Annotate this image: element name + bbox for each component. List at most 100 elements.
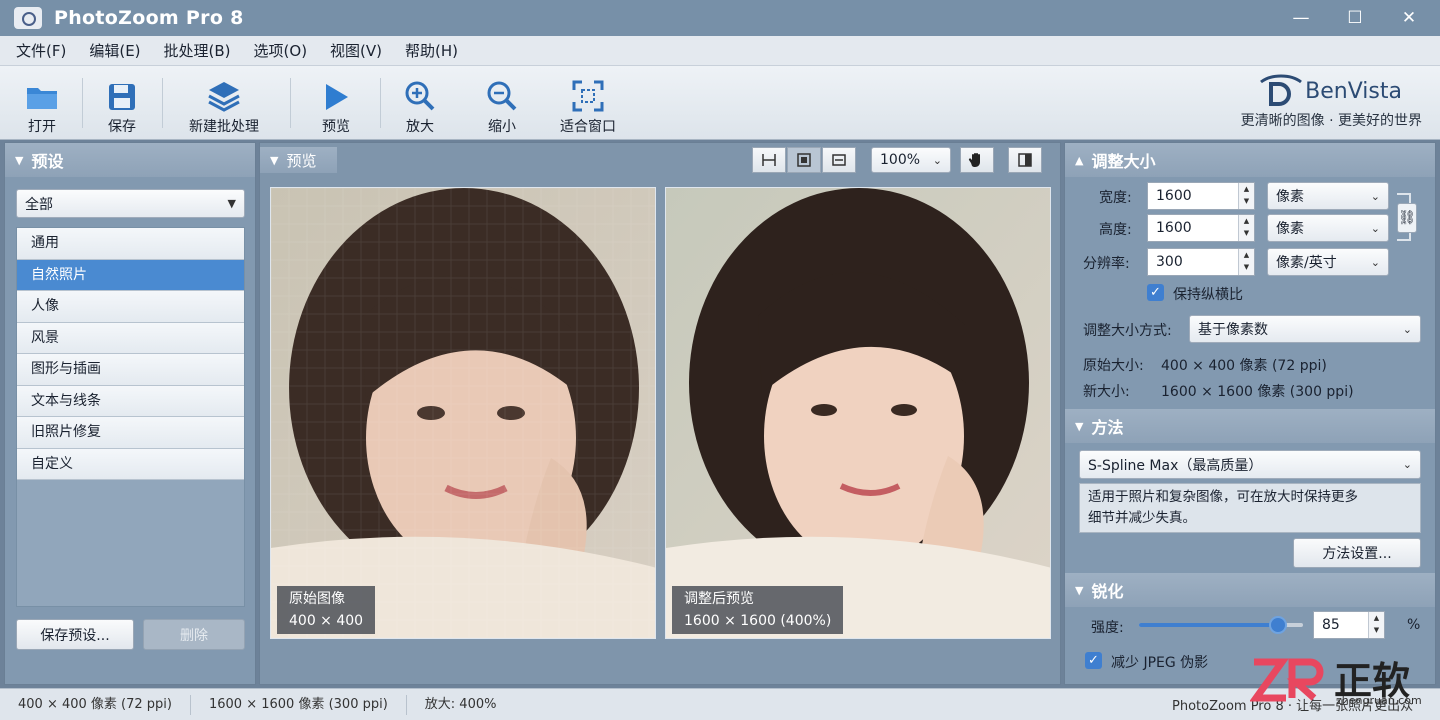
result-photo-sharp [666,188,1050,638]
original-image[interactable]: 原始图像 400 × 400 [270,187,656,639]
minimize-button[interactable]: — [1278,4,1324,32]
preset-item-custom[interactable]: 自定义 [17,448,244,480]
floppy-disk-icon [109,84,135,110]
method-settings-button[interactable]: 方法设置... [1293,538,1421,568]
save-preset-button[interactable]: 保存预设... [16,619,134,650]
toolbar: 打开 保存 新建批处理 预览 放大 缩小 适合窗口 BenVista 更清晰的图… [0,66,1440,140]
original-caption: 原始图像 400 × 400 [277,586,376,634]
folder-icon [27,88,57,109]
zoom-in-button[interactable]: 放大 [400,72,440,136]
chevron-down-icon: ⌄ [1402,322,1412,336]
panel-toggle-icon [1018,153,1032,167]
hand-tool-button[interactable] [960,147,994,173]
zoom-out-icon [487,81,517,111]
height-label: 高度: [1099,222,1132,238]
save-button[interactable]: 保存 [102,72,142,136]
method-dropdown[interactable]: S-Spline Max（最高质量） ⌄ [1079,450,1421,479]
close-button[interactable]: ✕ [1386,4,1432,32]
status-bar: 400 × 400 像素 (72 ppi) 1600 × 1600 像素 (30… [0,688,1440,720]
zr-logo-icon [1250,658,1324,702]
spinner-arrows-icon[interactable]: ▲ ▼ [1238,183,1254,209]
reduce-jpeg-checkbox[interactable]: ✓ [1085,652,1102,669]
zoom-in-icon [405,81,435,111]
play-icon [326,84,348,110]
resize-header[interactable]: ▲ 调整大小 [1065,143,1435,177]
single-view-button[interactable] [787,147,821,173]
strength-slider-fill [1139,623,1279,627]
strength-slider[interactable] [1139,616,1303,634]
resize-method-label: 调整大小方式: [1083,323,1172,339]
split-horizontal-view-button[interactable] [822,147,856,173]
status-new-size: 1600 × 1600 像素 (300 ppi) [191,694,407,715]
original-size-label: 原始大小: [1083,358,1144,374]
chevron-down-icon: ⌄ [932,153,942,167]
preview-button[interactable]: 预览 [316,72,356,136]
height-unit-dropdown[interactable]: 像素 ⌄ [1267,214,1389,242]
delete-preset-button[interactable]: 删除 [143,619,245,650]
menu-file[interactable]: 文件(F) [16,40,66,61]
fit-window-button[interactable]: 适合窗口 [556,72,620,136]
menu-bar: 文件(F) 编辑(E) 批处理(B) 选项(O) 视图(V) 帮助(H) [0,36,1440,66]
strength-input[interactable]: 85 ▲ ▼ [1313,611,1385,639]
preset-item-natural-photo[interactable]: 自然照片 [17,259,244,291]
status-original-size: 400 × 400 像素 (72 ppi) [0,694,191,715]
compare-panel-button[interactable] [1008,147,1042,173]
preset-item-general[interactable]: 通用 [17,228,244,260]
height-input[interactable]: 1600 ▲ ▼ [1147,214,1255,242]
resolution-unit-dropdown[interactable]: 像素/英寸 ⌄ [1267,248,1389,276]
spinner-arrows-icon[interactable]: ▲ ▼ [1238,249,1254,275]
preset-item-old-photo[interactable]: 旧照片修复 [17,417,244,449]
strength-slider-thumb[interactable] [1269,616,1288,634]
preset-item-text-lines[interactable]: 文本与线条 [17,385,244,417]
width-unit-dropdown[interactable]: 像素 ⌄ [1267,182,1389,210]
new-batch-button[interactable]: 新建批处理 [182,72,266,136]
chevron-down-icon: ▼ [227,197,236,210]
layers-icon [208,82,240,112]
menu-help[interactable]: 帮助(H) [405,40,458,61]
method-header[interactable]: ▼ 方法 [1065,409,1435,443]
preset-item-landscape[interactable]: 风景 [17,322,244,354]
menu-view[interactable]: 视图(V) [330,40,382,61]
collapse-triangle-icon: ▼ [1075,583,1084,597]
preset-item-graphics[interactable]: 图形与插画 [17,354,244,386]
method-description: 适用于照片和复杂图像，可在放大时保持更多 细节并减少失真。 [1079,483,1421,533]
preset-item-portrait[interactable]: 人像 [17,291,244,323]
preview-header[interactable]: ▼ 预览 [260,147,337,173]
collapse-triangle-icon: ▼ [15,153,24,167]
presets-panel: ▼ 预设 全部 ▼ 通用 自然照片 人像 风景 图形与插画 文本与线条 旧照片修复 … [4,142,256,685]
chain-link-icon[interactable]: ⛓ [1397,203,1417,233]
spinner-arrows-icon[interactable]: ▲ ▼ [1368,612,1384,638]
collapse-triangle-icon: ▼ [1075,419,1084,433]
camera-icon [14,7,42,29]
keep-ratio-checkbox[interactable]: ✓ [1147,284,1164,301]
collapse-triangle-icon: ▲ [1075,153,1084,167]
benvista-logo: BenVista [1257,74,1402,108]
menu-options[interactable]: 选项(O) [254,40,308,61]
preset-list: 通用 自然照片 人像 风景 图形与插画 文本与线条 旧照片修复 自定义 [16,227,245,607]
strength-unit: % [1407,617,1421,633]
strength-label: 强度: [1091,620,1124,636]
menu-batch[interactable]: 批处理(B) [164,40,231,61]
resolution-input[interactable]: 300 ▲ ▼ [1147,248,1255,276]
maximize-button[interactable]: ☐ [1332,4,1378,32]
fit-screen-icon [572,80,604,112]
zoom-out-button[interactable]: 缩小 [482,72,522,136]
split-vertical-view-button[interactable] [752,147,786,173]
chevron-down-icon: ⌄ [1370,221,1380,235]
split-vertical-icon [762,154,776,166]
chevron-down-icon: ⌄ [1370,189,1380,203]
menu-edit[interactable]: 编辑(E) [89,40,140,61]
reduce-jpeg-label: 减少 JPEG 伪影 [1111,655,1209,671]
zoom-level-dropdown[interactable]: 100% ⌄ [871,147,951,173]
sharpen-header[interactable]: ▼ 锐化 [1065,573,1435,607]
split-horizontal-icon [832,154,846,166]
watermark-url: zhengruan.com [1336,694,1422,707]
result-preview-image[interactable]: 调整后预览 1600 × 1600 (400%) [665,187,1051,639]
resize-method-dropdown[interactable]: 基于像素数 ⌄ [1189,315,1421,343]
preset-filter-dropdown[interactable]: 全部 ▼ [16,189,245,218]
spinner-arrows-icon[interactable]: ▲ ▼ [1238,215,1254,241]
keep-ratio-label: 保持纵横比 [1173,287,1243,303]
open-button[interactable]: 打开 [22,72,62,136]
presets-header[interactable]: ▼ 预设 [5,143,255,177]
width-input[interactable]: 1600 ▲ ▼ [1147,182,1255,210]
